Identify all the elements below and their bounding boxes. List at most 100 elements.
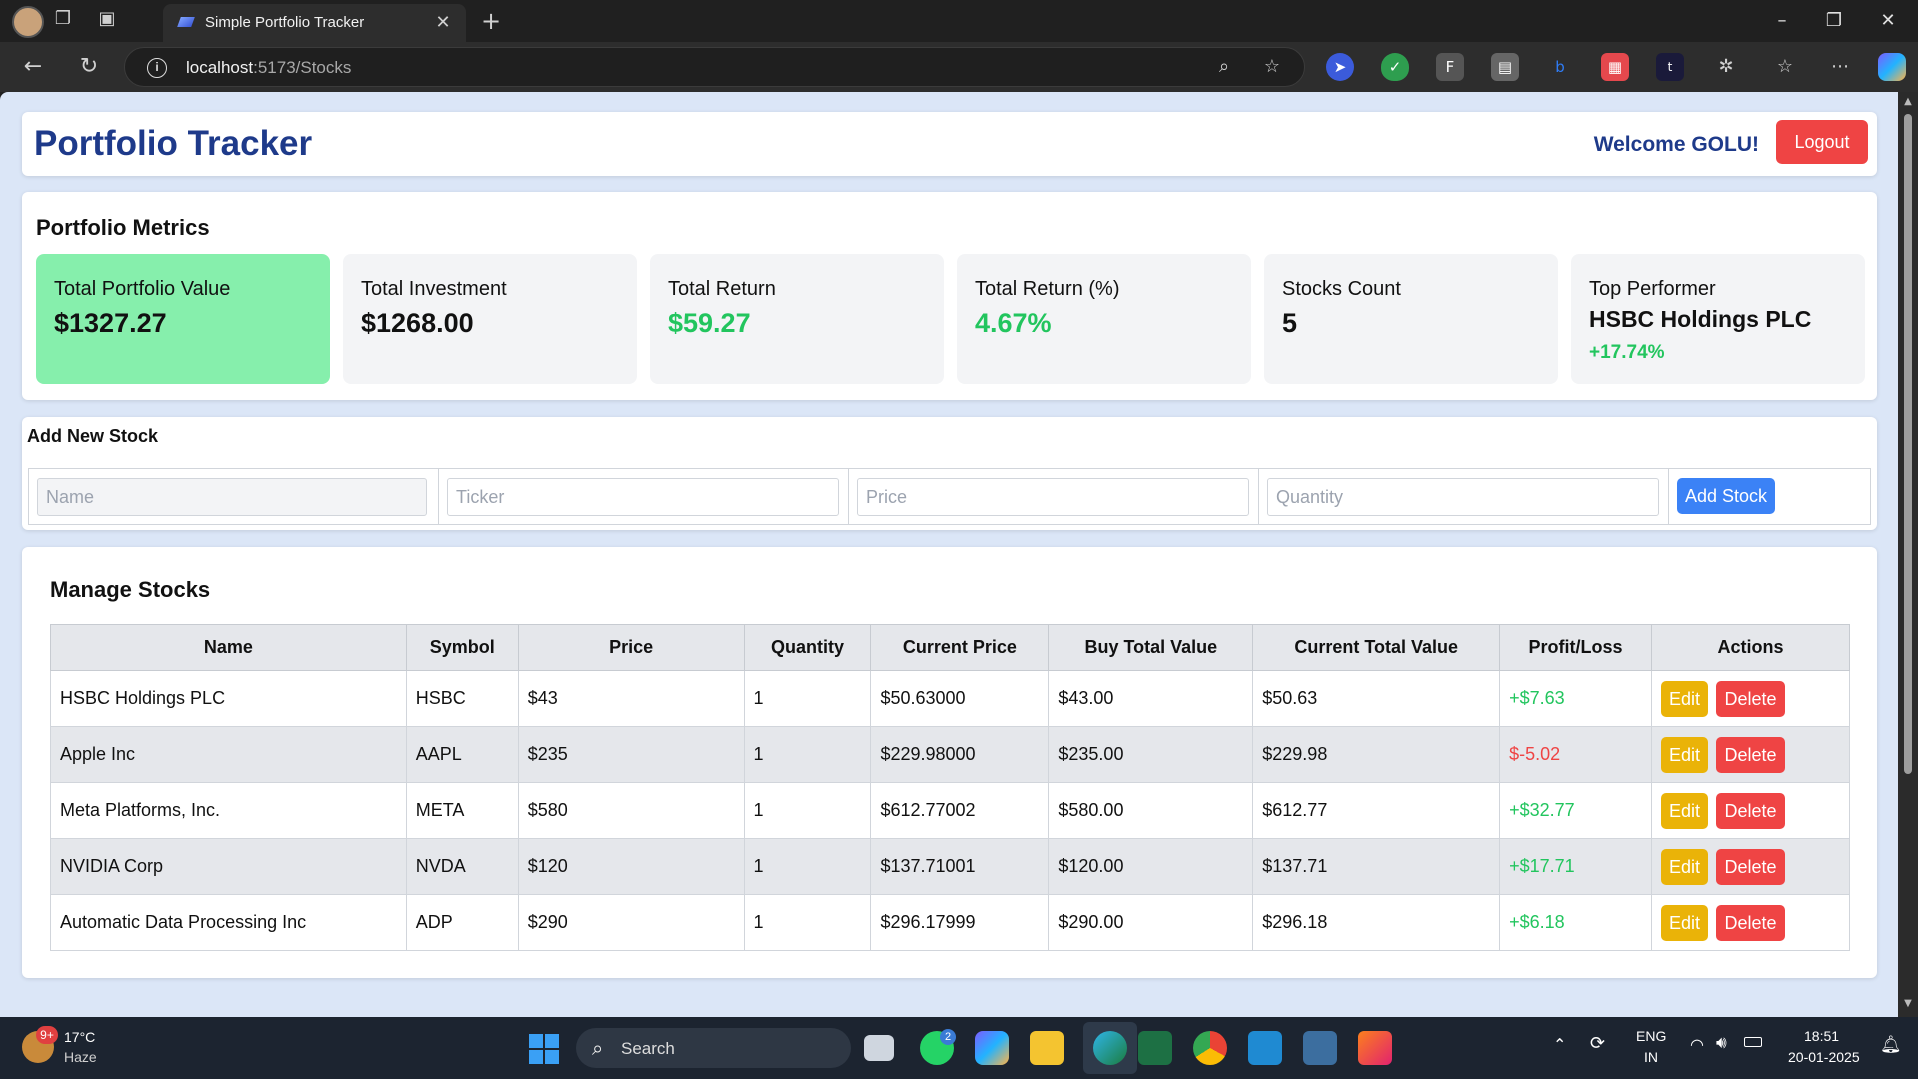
task-view-icon[interactable]: [864, 1035, 894, 1061]
ticker-input[interactable]: [447, 478, 839, 516]
cell-actions: Edit Delete: [1651, 782, 1850, 839]
add-stock-title: Add New Stock: [27, 426, 159, 446]
delete-button[interactable]: Delete: [1716, 904, 1786, 941]
favorites-icon[interactable]: ☆: [1770, 52, 1800, 82]
stocks-table: Name Symbol Price Quantity Current Price…: [50, 624, 1850, 951]
table-header-row: Name Symbol Price Quantity Current Price…: [50, 624, 1850, 671]
cell-current-total: $612.77: [1252, 782, 1501, 839]
close-window-icon[interactable]: ✕: [1868, 6, 1908, 36]
taskbar-search[interactable]: ⌕ Search: [576, 1028, 851, 1068]
copilot-app-icon[interactable]: [975, 1031, 1009, 1065]
language-region[interactable]: IN: [1644, 1049, 1658, 1065]
cell-price: $120: [517, 838, 745, 895]
manage-stocks-card: Manage Stocks Name Symbol Price Quantity…: [22, 547, 1877, 978]
refresh-icon[interactable]: ↻: [74, 52, 104, 82]
add-stock-card: Add New Stock Add Stock: [22, 417, 1877, 530]
intellij-icon[interactable]: [1358, 1031, 1392, 1065]
extension-f-icon[interactable]: F: [1436, 53, 1464, 81]
notification-bell-icon[interactable]: 🔔︎: [1880, 1035, 1902, 1055]
sql-tool-icon[interactable]: [1303, 1031, 1337, 1065]
windows-taskbar: 9+ 17°C Haze ⌕ Search 2 ⌃ ⟳ ENG IN ◠ 🔊︎ …: [0, 1017, 1918, 1079]
search-icon: ⌕: [592, 1036, 604, 1060]
logout-button[interactable]: Logout: [1776, 120, 1868, 164]
ticker-cell: [439, 469, 849, 524]
windows-start-icon[interactable]: [529, 1034, 559, 1064]
show-hidden-icons[interactable]: ⌃: [1553, 1035, 1566, 1054]
table-row: HSBC Holdings PLC HSBC $43 1 $50.63000 $…: [50, 670, 1850, 727]
delete-button[interactable]: Delete: [1716, 848, 1786, 885]
new-tab-icon[interactable]: +: [476, 6, 506, 36]
restore-icon[interactable]: ❐: [1814, 6, 1854, 36]
vertical-tabs-icon[interactable]: ▣: [92, 4, 122, 34]
edit-button[interactable]: Edit: [1661, 680, 1709, 717]
cell-current-total: $229.98: [1252, 726, 1501, 783]
profile-avatar-icon[interactable]: [12, 6, 44, 38]
scroll-down-icon[interactable]: ▼: [1902, 998, 1914, 1009]
minimize-icon[interactable]: –: [1762, 6, 1802, 36]
volume-icon[interactable]: 🔊︎: [1716, 1033, 1727, 1053]
edge-icon[interactable]: [1093, 1031, 1127, 1065]
top-performer-change: +17.74%: [1589, 342, 1665, 363]
extension-folder-icon[interactable]: ▤: [1491, 53, 1519, 81]
language-primary[interactable]: ENG: [1636, 1028, 1666, 1044]
battery-icon[interactable]: [1744, 1037, 1762, 1047]
scrollbar-thumb[interactable]: [1904, 114, 1912, 774]
metric-total-investment: Total Investment $1268.00: [343, 254, 637, 384]
tab-close-icon[interactable]: ✕: [430, 8, 456, 36]
weather-description[interactable]: Haze: [64, 1049, 97, 1065]
delete-button[interactable]: Delete: [1716, 792, 1786, 829]
metric-value: $59.27: [668, 308, 751, 338]
page-viewport: Portfolio Tracker Welcome GOLU! Logout P…: [0, 92, 1898, 1017]
cell-buy-total: $235.00: [1048, 726, 1254, 783]
clock-time[interactable]: 18:51: [1804, 1028, 1839, 1044]
cell-symbol: HSBC: [405, 670, 519, 727]
browser-tab[interactable]: Simple Portfolio Tracker ✕: [163, 4, 466, 42]
copilot-icon[interactable]: [1878, 53, 1906, 81]
excel-icon[interactable]: [1138, 1031, 1172, 1065]
name-input[interactable]: [37, 478, 427, 516]
extension-shield-icon[interactable]: ✓: [1381, 53, 1409, 81]
edit-button[interactable]: Edit: [1661, 736, 1709, 773]
edit-button[interactable]: Edit: [1661, 848, 1709, 885]
add-stock-button[interactable]: Add Stock: [1677, 478, 1775, 514]
page-scrollbar[interactable]: ▲ ▼: [1898, 92, 1918, 1017]
cell-current-price: $50.63000: [870, 670, 1050, 727]
sync-icon[interactable]: ⟳: [1590, 1033, 1605, 1054]
favorite-star-icon[interactable]: ☆: [1257, 52, 1287, 82]
back-icon[interactable]: ←: [18, 52, 48, 82]
scroll-up-icon[interactable]: ▲: [1902, 96, 1914, 107]
weather-temperature[interactable]: 17°C: [64, 1029, 95, 1045]
info-icon[interactable]: i: [147, 58, 167, 78]
vscode-icon[interactable]: [1248, 1031, 1282, 1065]
extension-calendar-icon[interactable]: ▦: [1601, 53, 1629, 81]
workspaces-icon[interactable]: ❐: [48, 4, 78, 34]
extension-bing-icon[interactable]: b: [1546, 53, 1574, 81]
extension-cursor-icon[interactable]: ➤: [1326, 53, 1354, 81]
price-input[interactable]: [857, 478, 1249, 516]
url-text[interactable]: localhost:5173/Stocks: [186, 58, 351, 78]
quantity-input[interactable]: [1267, 478, 1659, 516]
cell-price: $290: [517, 894, 745, 951]
zoom-icon[interactable]: ⌕: [1209, 52, 1239, 82]
delete-button[interactable]: Delete: [1716, 736, 1786, 773]
cell-actions: Edit Delete: [1651, 670, 1850, 727]
extensions-icon[interactable]: ✲: [1711, 52, 1741, 82]
extension-t-icon[interactable]: t: [1656, 53, 1684, 81]
address-bar[interactable]: i localhost:5173/Stocks ⌕ ☆: [124, 47, 1305, 87]
edit-button[interactable]: Edit: [1661, 792, 1709, 829]
more-icon[interactable]: ⋯: [1825, 52, 1855, 82]
wifi-icon[interactable]: ◠: [1690, 1035, 1704, 1054]
file-explorer-icon[interactable]: [1030, 1031, 1064, 1065]
cell-quantity: 1: [743, 838, 872, 895]
browser-tab-bar: ❐ ▣ Simple Portfolio Tracker ✕ + – ❐ ✕: [0, 0, 1918, 42]
metric-value: $1268.00: [361, 308, 474, 338]
chrome-icon[interactable]: [1193, 1031, 1227, 1065]
edit-button[interactable]: Edit: [1661, 904, 1709, 941]
column-header: Quantity: [743, 624, 872, 671]
cell-symbol: ADP: [405, 894, 519, 951]
metric-value: $1327.27: [54, 308, 167, 338]
table-row: NVIDIA Corp NVDA $120 1 $137.71001 $120.…: [50, 838, 1850, 895]
clock-date[interactable]: 20-01-2025: [1788, 1049, 1860, 1065]
cell-profit-loss: +$32.77: [1499, 782, 1653, 839]
delete-button[interactable]: Delete: [1716, 680, 1786, 717]
